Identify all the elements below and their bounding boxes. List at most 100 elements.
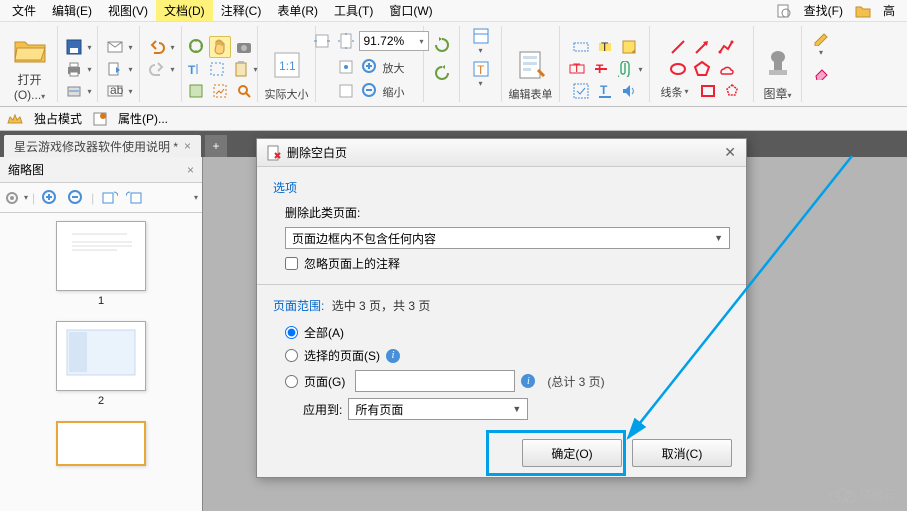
range-selected-input[interactable] xyxy=(285,349,298,362)
fit-visible-button[interactable] xyxy=(335,56,357,78)
ignore-annotations-checkbox[interactable]: 忽略页面上的注释 xyxy=(285,255,730,272)
zoom-in-button[interactable] xyxy=(359,56,381,78)
ellipse-button[interactable] xyxy=(667,58,689,80)
hand-tool[interactable] xyxy=(209,36,231,58)
pages-input[interactable] xyxy=(355,370,515,392)
dialog-titlebar[interactable]: 删除空白页 ✕ xyxy=(257,139,746,167)
edit-form-button[interactable] xyxy=(512,46,550,84)
thumb-zoom-in[interactable] xyxy=(39,187,61,209)
zoom-combo[interactable]: 91.72%▾ xyxy=(359,31,429,51)
line-red-button[interactable] xyxy=(667,36,689,58)
thumbnails-list[interactable]: 1 2 xyxy=(0,213,202,511)
menu-edit[interactable]: 编辑(E) xyxy=(44,0,100,21)
form-field-button[interactable] xyxy=(570,36,592,58)
info-icon-2[interactable]: i xyxy=(521,374,535,388)
cloud-button[interactable] xyxy=(715,58,737,80)
menu-file[interactable]: 文件 xyxy=(4,0,44,21)
mail-button[interactable] xyxy=(104,36,126,58)
eraser-button[interactable] xyxy=(810,63,832,85)
thumbnail-3[interactable] xyxy=(56,421,146,466)
menu-high[interactable]: 高 xyxy=(875,0,903,21)
close-tab-icon[interactable]: × xyxy=(184,139,191,153)
info-icon[interactable]: i xyxy=(386,349,400,363)
fit-page-button[interactable] xyxy=(335,30,357,52)
highlight-text-button[interactable]: T xyxy=(594,36,616,58)
rect-button[interactable] xyxy=(697,80,719,102)
textbox-button[interactable]: T xyxy=(566,58,588,80)
stamp-button[interactable] xyxy=(759,45,797,83)
cloud-poly-button[interactable] xyxy=(721,80,743,102)
dialog-close-icon[interactable]: ✕ xyxy=(724,144,736,161)
select-all-tool[interactable] xyxy=(185,80,207,102)
svg-text:T: T xyxy=(601,40,609,54)
export-button[interactable] xyxy=(104,58,126,80)
print-button[interactable] xyxy=(63,58,85,80)
sticky-note-button[interactable] xyxy=(618,36,640,58)
menu-view[interactable]: 视图(V) xyxy=(100,0,156,21)
pentagon-button[interactable] xyxy=(691,58,713,80)
attach-button[interactable] xyxy=(614,58,636,80)
actual-size-label: 实际大小 xyxy=(265,86,309,102)
exclusive-mode-label[interactable]: 独占模式 xyxy=(34,110,82,127)
fit-actual-button[interactable] xyxy=(335,80,357,102)
page-type-combo[interactable]: 页面边框内不包含任何内容 ▼ xyxy=(285,227,730,249)
dialog-title: 删除空白页 xyxy=(287,144,347,161)
thumbnail-2[interactable] xyxy=(56,321,146,391)
underline-button[interactable]: T xyxy=(594,80,616,102)
clipboard-tool[interactable] xyxy=(230,58,252,80)
pointer-tool[interactable] xyxy=(185,36,207,58)
pencil-button[interactable] xyxy=(810,26,832,48)
menu-form[interactable]: 表单(R) xyxy=(269,0,326,21)
ok-button[interactable]: 确定(O) xyxy=(522,439,622,467)
select-image-tool[interactable] xyxy=(209,80,231,102)
zoom-out-button[interactable] xyxy=(359,80,381,102)
delete-blank-pages-dialog: 删除空白页 ✕ 选项 删除此类页面: 页面边框内不包含任何内容 ▼ 忽略页面上的… xyxy=(256,138,747,478)
redo-button[interactable] xyxy=(146,58,168,80)
gear-icon[interactable] xyxy=(4,190,20,206)
panel-close-icon[interactable]: × xyxy=(187,163,194,177)
scan-button[interactable] xyxy=(63,80,85,102)
stamp-label: 图章 xyxy=(763,87,787,101)
range-pages-label: 页面(G) xyxy=(304,373,345,390)
select-text-tool[interactable]: T xyxy=(182,58,204,80)
polyline-button[interactable] xyxy=(715,36,737,58)
rotate-ccw-button[interactable] xyxy=(431,62,453,84)
strikeout-button[interactable]: T xyxy=(590,58,612,80)
undo-button[interactable] xyxy=(146,36,168,58)
add-tab-button[interactable]: + xyxy=(205,135,227,157)
thumb-zoom-out[interactable] xyxy=(65,187,87,209)
menu-document[interactable]: 文档(D) xyxy=(156,0,213,21)
range-all-input[interactable] xyxy=(285,326,298,339)
fit-width-button[interactable] xyxy=(311,30,333,52)
cancel-button[interactable]: 取消(C) xyxy=(632,439,732,467)
actual-size-button[interactable]: 1:1 xyxy=(268,46,306,84)
page-layout-button[interactable] xyxy=(470,26,492,46)
range-pages-input[interactable] xyxy=(285,375,298,388)
open-label: 打开(O)... xyxy=(14,73,42,102)
menu-comment[interactable]: 注释(C) xyxy=(213,0,270,21)
ocr-button[interactable]: abc xyxy=(104,80,126,102)
find-tool[interactable] xyxy=(233,80,255,102)
range-all-radio[interactable]: 全部(A) xyxy=(285,324,730,341)
select-region-tool[interactable] xyxy=(206,58,228,80)
menu-window[interactable]: 窗口(W) xyxy=(381,0,440,21)
range-selected-radio[interactable]: 选择的页面(S) i xyxy=(285,347,730,364)
thumb-rotate-ccw[interactable] xyxy=(124,187,146,209)
rotate-cw-button[interactable] xyxy=(431,34,453,56)
page-text-button[interactable]: T xyxy=(470,59,492,79)
open-button[interactable] xyxy=(11,31,49,69)
thumb-rotate-cw[interactable] xyxy=(98,187,120,209)
properties-label[interactable]: 属性(P)... xyxy=(118,110,168,127)
menu-find[interactable]: 查找(F) xyxy=(796,0,851,21)
checkbox-button[interactable] xyxy=(570,80,592,102)
thumbnail-1[interactable] xyxy=(56,221,146,291)
range-all-label: 全部(A) xyxy=(304,324,344,341)
arrow-red-button[interactable] xyxy=(691,36,713,58)
ignore-annotations-input[interactable] xyxy=(285,257,298,270)
menu-tools[interactable]: 工具(T) xyxy=(326,0,381,21)
save-button[interactable] xyxy=(63,36,85,58)
sound-button[interactable] xyxy=(618,80,640,102)
apply-to-combo[interactable]: 所有页面 ▼ xyxy=(348,398,528,420)
document-tab[interactable]: 星云游戏修改器软件使用说明 * × xyxy=(4,135,201,157)
snapshot-tool[interactable] xyxy=(233,36,255,58)
